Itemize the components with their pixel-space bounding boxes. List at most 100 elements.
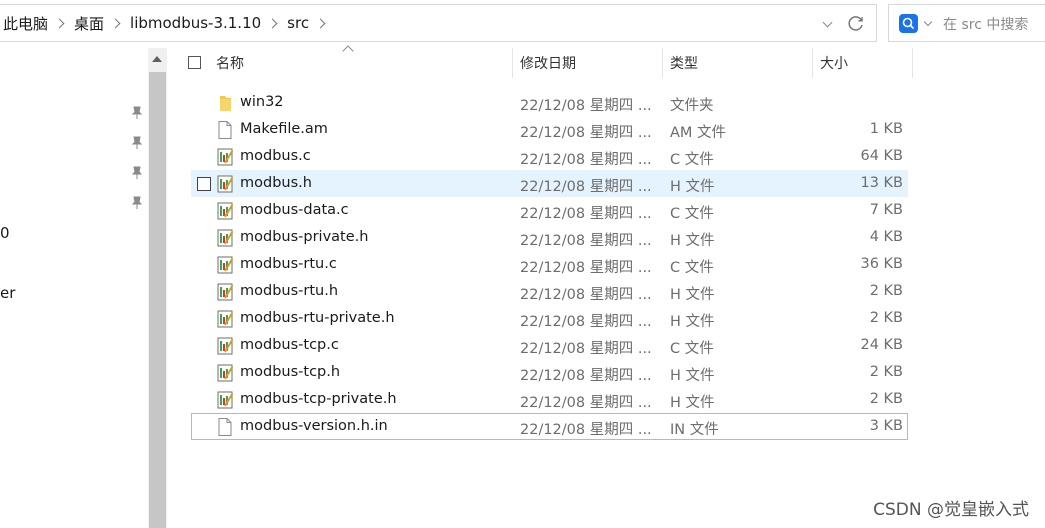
file-type: H 文件 (670, 368, 715, 384)
file-type: C 文件 (670, 260, 714, 276)
file-size: 64 KB (860, 148, 903, 164)
scroll-up-arrow-icon[interactable] (152, 56, 162, 62)
source-file-icon (216, 174, 234, 194)
file-date: 22/12/08 星期四 ... (520, 179, 652, 195)
search-input[interactable]: 在 src 中搜索 (943, 14, 1028, 34)
address-bar[interactable]: 此电脑 桌面 libmodbus-3.1.10 src (0, 4, 877, 42)
source-file-icon (216, 201, 234, 221)
file-row[interactable]: modbus-rtu-private.h 22/12/08 星期四 ... H 文件… (191, 305, 908, 332)
column-header-label: 大小 (820, 56, 848, 72)
column-divider[interactable] (912, 48, 913, 78)
column-header-label: 修改日期 (520, 56, 576, 72)
breadcrumb-item-src[interactable]: src (284, 14, 312, 32)
file-type: C 文件 (670, 206, 714, 222)
source-file-icon (216, 309, 234, 329)
column-header-name[interactable]: 名称 (216, 48, 512, 78)
file-date: 22/12/08 星期四 ... (520, 260, 652, 276)
column-divider[interactable] (512, 48, 513, 78)
source-file-icon (216, 363, 234, 383)
file-date: 22/12/08 星期四 ... (520, 341, 652, 357)
file-type: C 文件 (670, 341, 714, 357)
file-name: modbus-tcp.h (240, 364, 341, 380)
file-row[interactable]: modbus-rtu.c 22/12/08 星期四 ... C 文件 36 KB (191, 251, 908, 278)
file-row[interactable]: modbus-data.c 22/12/08 星期四 ... C 文件 7 KB (191, 197, 908, 224)
file-type: H 文件 (670, 179, 715, 195)
file-name: modbus.c (240, 148, 311, 164)
search-icon[interactable] (899, 14, 918, 33)
file-row[interactable]: win32 22/12/08 星期四 ... 文件夹 (191, 89, 908, 116)
pin-icon[interactable] (130, 136, 144, 150)
column-header-type[interactable]: 类型 (670, 48, 812, 78)
select-all-checkbox[interactable] (188, 56, 201, 69)
column-header-label: 名称 (216, 56, 244, 72)
file-type: H 文件 (670, 314, 715, 330)
chevron-right-icon[interactable] (315, 18, 326, 28)
file-type: H 文件 (670, 395, 715, 411)
file-date: 22/12/08 星期四 ... (520, 314, 652, 330)
chevron-down-icon[interactable] (923, 17, 933, 27)
column-header-label: 类型 (670, 56, 698, 72)
file-type: 文件夹 (670, 98, 714, 114)
file-name: modbus-private.h (240, 229, 369, 245)
nav-item-fragment[interactable]: er (0, 284, 15, 302)
file-type: H 文件 (670, 287, 715, 303)
chevron-right-icon[interactable] (54, 18, 65, 28)
source-file-icon (216, 255, 234, 275)
pin-icon[interactable] (130, 166, 144, 180)
file-size: 24 KB (860, 337, 903, 353)
nav-item-fragment[interactable]: 0 (0, 224, 10, 242)
file-row[interactable]: modbus-tcp.c 22/12/08 星期四 ... C 文件 24 KB (191, 332, 908, 359)
chevron-down-icon[interactable] (822, 17, 833, 28)
search-box[interactable]: 在 src 中搜索 (888, 4, 1045, 42)
file-date: 22/12/08 星期四 ... (520, 287, 652, 303)
file-date: 22/12/08 星期四 ... (520, 233, 652, 249)
row-checkbox[interactable] (197, 177, 211, 191)
file-type: IN 文件 (670, 422, 719, 438)
file-row[interactable]: modbus-version.h.in 22/12/08 星期四 ... IN 文件… (191, 413, 908, 440)
file-row[interactable]: modbus-tcp-private.h 22/12/08 星期四 ... H 文件… (191, 386, 908, 413)
pin-icon[interactable] (130, 196, 144, 210)
watermark: CSDN @觉皇嵌入式 (873, 500, 1029, 520)
file-date: 22/12/08 星期四 ... (520, 395, 652, 411)
folder-icon (216, 93, 234, 113)
nav-scrollbar[interactable] (148, 48, 167, 528)
file-row[interactable]: modbus-rtu.h 22/12/08 星期四 ... H 文件 2 KB (191, 278, 908, 305)
file-date: 22/12/08 星期四 ... (520, 368, 652, 384)
file-type: AM 文件 (670, 125, 727, 141)
file-name: modbus-rtu.c (240, 256, 337, 272)
file-row[interactable]: modbus.c 22/12/08 星期四 ... C 文件 64 KB (191, 143, 908, 170)
scrollbar-thumb[interactable] (149, 72, 166, 528)
file-name: modbus-rtu.h (240, 283, 339, 299)
file-name: modbus-rtu-private.h (240, 310, 395, 326)
file-size: 2 KB (869, 283, 903, 299)
breadcrumb-item-this-pc[interactable]: 此电脑 (0, 13, 51, 34)
file-row[interactable]: modbus.h 22/12/08 星期四 ... H 文件 13 KB (191, 170, 908, 197)
breadcrumb: 此电脑 桌面 libmodbus-3.1.10 src (0, 5, 332, 41)
column-header-size[interactable]: 大小 (820, 48, 912, 78)
file-date: 22/12/08 星期四 ... (520, 98, 652, 114)
breadcrumb-item-desktop[interactable]: 桌面 (71, 13, 107, 34)
column-header-date[interactable]: 修改日期 (520, 48, 662, 78)
source-file-icon (216, 282, 234, 302)
column-divider[interactable] (812, 48, 813, 78)
file-date: 22/12/08 星期四 ... (520, 422, 652, 438)
file-date: 22/12/08 星期四 ... (520, 206, 652, 222)
chevron-right-icon[interactable] (110, 18, 121, 28)
file-row[interactable]: Makefile.am 22/12/08 星期四 ... AM 文件 1 KB (191, 116, 908, 143)
chevron-right-icon[interactable] (267, 18, 278, 28)
file-row[interactable]: modbus-private.h 22/12/08 星期四 ... H 文件 4 KB (191, 224, 908, 251)
file-size: 2 KB (869, 364, 903, 380)
file-date: 22/12/08 星期四 ... (520, 152, 652, 168)
file-type: H 文件 (670, 233, 715, 249)
column-divider[interactable] (662, 48, 663, 78)
file-size: 7 KB (869, 202, 903, 218)
file-size: 3 KB (869, 418, 903, 434)
breadcrumb-item-libmodbus[interactable]: libmodbus-3.1.10 (127, 14, 264, 32)
pin-icon[interactable] (130, 106, 144, 120)
file-size: 4 KB (869, 229, 903, 245)
file-size: 13 KB (860, 175, 903, 191)
file-name: modbus-tcp-private.h (240, 391, 397, 407)
file-row[interactable]: modbus-tcp.h 22/12/08 星期四 ... H 文件 2 KB (191, 359, 908, 386)
refresh-icon[interactable] (846, 13, 866, 33)
file-type: C 文件 (670, 152, 714, 168)
